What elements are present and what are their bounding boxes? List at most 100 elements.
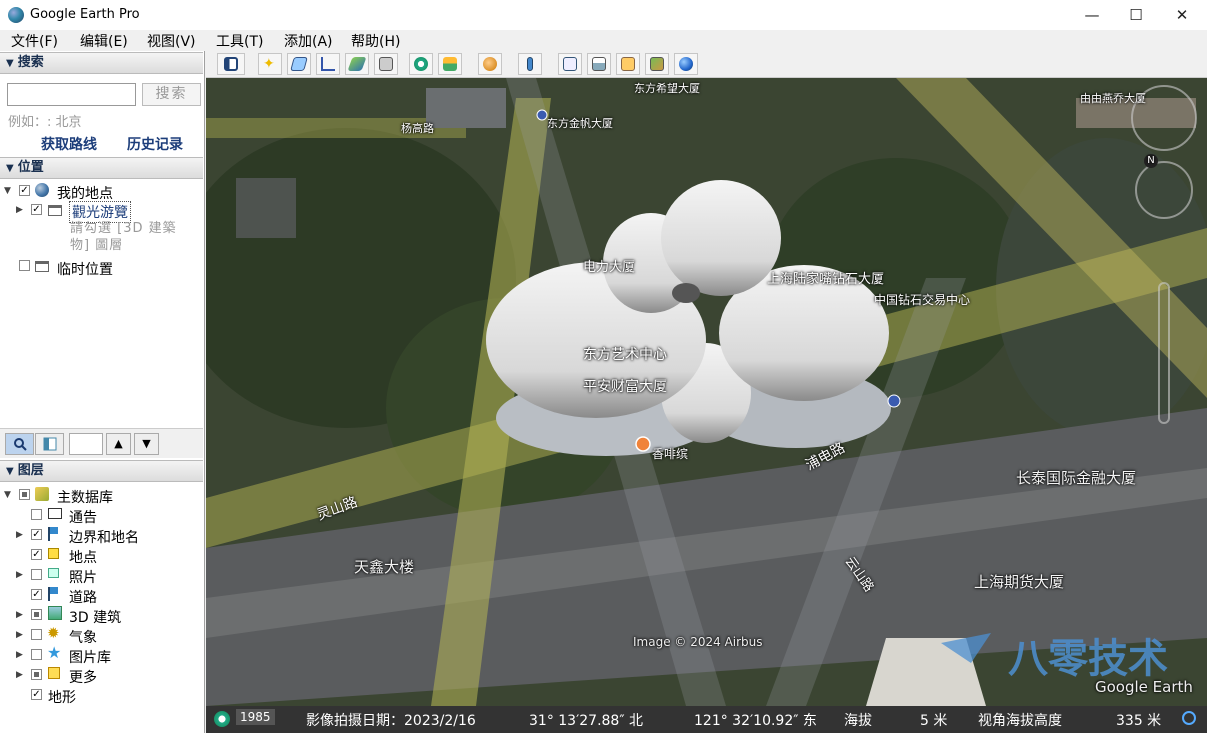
label-lujiazui-diamond[interactable]: 上海陆家嘴钻石大厦 — [767, 268, 884, 287]
label-coffee[interactable]: 香啡缤 — [652, 445, 688, 462]
layer-terrain[interactable]: 地形 — [48, 687, 76, 707]
menu-tools[interactable]: 工具(T) — [216, 31, 263, 51]
layer-checkbox-gallery[interactable] — [31, 649, 42, 660]
view-in-maps-button[interactable] — [616, 53, 640, 75]
layer-checkbox-borders[interactable]: ✓ — [31, 529, 42, 540]
move-up-button[interactable]: ▲ — [106, 433, 131, 455]
historical-year[interactable]: 1985 — [236, 709, 275, 725]
expand-triangle-icon[interactable]: ▶ — [16, 570, 23, 580]
layer-checkbox-notices[interactable] — [31, 509, 42, 520]
polygon-icon — [290, 57, 308, 71]
places-section-header[interactable]: ▼ 位置 — [0, 157, 203, 179]
layer-more[interactable]: 更多 — [69, 667, 97, 687]
expand-triangle-icon[interactable]: ▶ — [16, 610, 23, 620]
add-path-button[interactable] — [316, 53, 340, 75]
add-placemark-button[interactable]: ✦ — [258, 53, 282, 75]
expand-triangle-icon[interactable]: ▼ — [4, 490, 11, 500]
expand-triangle-icon[interactable]: ▶ — [16, 650, 23, 660]
search-input[interactable] — [7, 83, 136, 106]
add-polygon-button[interactable] — [287, 53, 311, 75]
add-image-overlay-button[interactable] — [345, 53, 369, 75]
layer-checkbox-weather[interactable] — [31, 629, 42, 640]
places-header-label: 位置 — [17, 160, 44, 175]
menu-view[interactable]: 视图(V) — [147, 31, 196, 51]
search-in-places-button[interactable] — [5, 433, 34, 455]
watermark-logo: 八零技术 — [1008, 636, 1168, 682]
toggle-panel-button[interactable] — [35, 433, 64, 455]
label-tianxin[interactable]: 天鑫大楼 — [354, 556, 414, 577]
label-youyi-tower[interactable]: 由由燕乔大厦 — [1080, 90, 1146, 106]
expand-triangle-icon[interactable]: ▶ — [16, 205, 23, 215]
layer-photos[interactable]: 照片 — [69, 567, 97, 587]
label-dongfang-art-center[interactable]: 东方艺术中心 — [583, 344, 667, 364]
layers-section-header[interactable]: ▼ 图层 — [0, 460, 203, 482]
layer-checkbox-places[interactable]: ✓ — [31, 549, 42, 560]
layer-borders-labels[interactable]: 边界和地名 — [69, 527, 139, 547]
primary-db-checkbox[interactable] — [19, 489, 30, 500]
my-places-item[interactable]: 我的地点 — [57, 183, 113, 203]
expand-triangle-icon[interactable]: ▶ — [16, 530, 23, 540]
historical-imagery-clock-icon[interactable] — [214, 711, 230, 727]
menu-edit[interactable]: 编辑(E) — [80, 31, 128, 51]
sunlight-button[interactable] — [438, 53, 462, 75]
temporary-places-item[interactable]: 临时位置 — [57, 259, 113, 279]
toggle-sidebar-button[interactable] — [217, 53, 245, 75]
layer-checkbox-terrain[interactable]: ✓ — [31, 689, 42, 700]
layer-weather[interactable]: 气象 — [69, 627, 97, 647]
historical-imagery-button[interactable] — [409, 53, 433, 75]
sightseeing-checkbox[interactable]: ✓ — [31, 204, 42, 215]
menu-help[interactable]: 帮助(H) — [351, 31, 400, 51]
get-directions-link[interactable]: 获取路线 — [41, 134, 97, 154]
close-button[interactable]: ✕ — [1159, 0, 1205, 30]
temporary-places-checkbox[interactable] — [19, 260, 30, 271]
maximize-button[interactable]: ☐ — [1113, 0, 1159, 30]
label-futures[interactable]: 上海期货大厦 — [974, 571, 1064, 592]
layer-3d-buildings[interactable]: 3D 建筑 — [69, 607, 121, 627]
ruler-button[interactable] — [518, 53, 542, 75]
layer-roads[interactable]: 道路 — [69, 587, 97, 607]
layer-checkbox-3d-buildings[interactable] — [31, 609, 42, 620]
earth-view-button[interactable] — [674, 53, 698, 75]
expand-triangle-icon[interactable]: ▶ — [16, 670, 23, 680]
search-button[interactable]: 搜索 — [142, 83, 201, 106]
layer-checkbox-roads[interactable]: ✓ — [31, 589, 42, 600]
label-dongfang-hope[interactable]: 东方希望大厦 — [634, 80, 700, 96]
planets-button[interactable] — [478, 53, 502, 75]
compass-north-icon[interactable]: N — [1144, 154, 1158, 168]
imagery-copyright: Image © 2024 Airbus — [633, 635, 763, 649]
save-image-button[interactable] — [645, 53, 669, 75]
menu-file[interactable]: 文件(F) — [11, 31, 58, 51]
menu-add[interactable]: 添加(A) — [284, 31, 333, 51]
layer-places[interactable]: 地点 — [69, 547, 97, 567]
print-button[interactable] — [587, 53, 611, 75]
label-diamond-exchange[interactable]: 中国钻石交易中心 — [874, 291, 970, 308]
main-toolbar: ✦ — [206, 51, 1207, 78]
move-down-button[interactable]: ▼ — [134, 433, 159, 455]
layer-gallery[interactable]: 图片库 — [69, 647, 111, 667]
minimize-button[interactable]: — — [1069, 0, 1115, 30]
search-section-header[interactable]: ▼ 搜索 — [0, 52, 203, 74]
label-power-tower[interactable]: 电力大厦 — [583, 256, 635, 275]
longitude: 121° 32′10.92″ 东 — [694, 713, 817, 729]
arrow-down-icon: ▼ — [142, 437, 151, 450]
expand-triangle-icon[interactable]: ▶ — [16, 630, 23, 640]
layer-checkbox-photos[interactable] — [31, 569, 42, 580]
label-pingan-tower[interactable]: 平安财富大厦 — [583, 376, 667, 396]
email-button[interactable] — [558, 53, 582, 75]
map-view[interactable]: 东方艺术中心 平安财富大厦 电力大厦 上海陆家嘴钻石大厦 中国钻石交易中心 香啡… — [206, 78, 1207, 706]
my-places-checkbox[interactable]: ✓ — [19, 185, 30, 196]
primary-database-item[interactable]: 主数据库 — [57, 487, 113, 507]
pushpin-icon: ✦ — [263, 56, 275, 72]
layer-checkbox-more[interactable] — [31, 669, 42, 680]
record-tour-button[interactable] — [374, 53, 398, 75]
title-bar: Google Earth Pro — ☐ ✕ — [0, 0, 1207, 30]
history-link[interactable]: 历史记录 — [127, 134, 183, 154]
label-dongfang-jinmao[interactable]: 东方金帆大厦 — [547, 115, 613, 131]
folder-icon — [48, 205, 62, 216]
label-yanggao-road[interactable]: 杨高路 — [401, 120, 434, 136]
layer-notices[interactable]: 通告 — [69, 507, 97, 527]
google-earth-logo: Google Earth — [1095, 678, 1193, 696]
places-filter-input[interactable] — [69, 433, 103, 455]
expand-triangle-icon[interactable]: ▼ — [4, 186, 11, 196]
label-changtai[interactable]: 长泰国际金融大厦 — [1016, 467, 1136, 488]
